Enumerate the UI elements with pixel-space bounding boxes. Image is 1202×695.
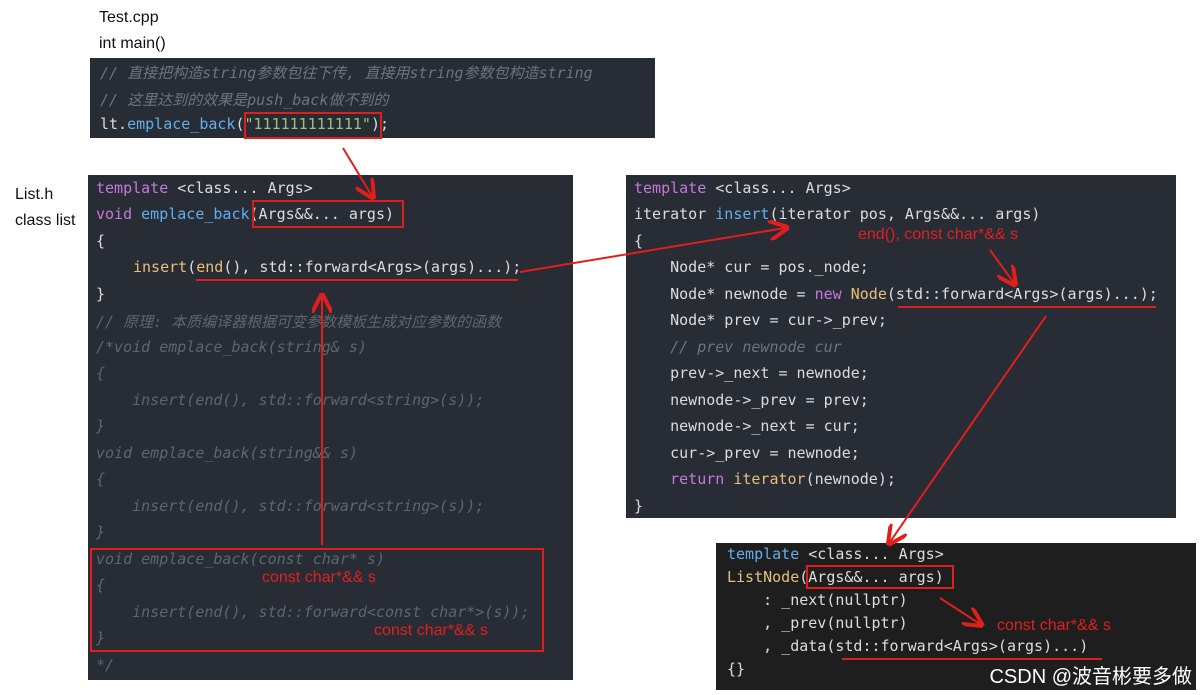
annotation-end-const-char: end(), const char*&& s	[858, 226, 1019, 243]
code-line: insert(end(), std::forward<Args>(args)..…	[133, 258, 522, 276]
code-line: cur->_prev = newnode;	[634, 444, 860, 462]
code-comment: insert(end(), std::forward<string>(s));	[96, 497, 485, 515]
code-comment: void emplace_back(string&& s)	[96, 444, 358, 462]
code-line: newnode->_next = cur;	[634, 417, 860, 435]
code-line: {	[96, 232, 106, 250]
underline-insert-call	[196, 279, 518, 281]
underline-new-node	[898, 306, 1156, 308]
code-line: return iterator(newnode);	[634, 470, 896, 488]
annotation-const-char: const char*&& s	[374, 622, 488, 639]
code-line: template <class... Args>	[634, 179, 851, 197]
code-comment: }	[96, 417, 106, 435]
code-comment: /*void emplace_back(string& s)	[96, 338, 367, 356]
code-line: {	[634, 232, 644, 250]
code-line: }	[634, 497, 644, 515]
annotation-const-char: const char*&& s	[262, 569, 376, 586]
code-line: Node* newnode = new Node(std::forward<Ar…	[634, 285, 1158, 303]
code-comment: }	[96, 523, 106, 541]
watermark: CSDN @波音彬要多做	[989, 666, 1192, 688]
code-comment: */	[96, 656, 115, 674]
code-comment: // 直接把构造string参数包往下传, 直接用string参数包构造stri…	[100, 64, 593, 82]
list-class-label: class list	[15, 212, 76, 229]
code-comment: // 这里达到的效果是push_back做不到的	[100, 91, 389, 109]
code-line: Node* prev = cur->_prev;	[634, 311, 887, 329]
code-line: , _prev(nullptr)	[727, 614, 908, 632]
test-file-label: Test.cpp	[99, 9, 159, 26]
code-line: template <class... Args>	[727, 545, 944, 563]
code-comment: // prev newnode cur	[634, 338, 842, 356]
highlight-box-string-arg	[244, 112, 382, 139]
code-line: prev->_next = newnode;	[634, 364, 869, 382]
code-line: template <class... Args>	[96, 179, 313, 197]
annotation-const-char: const char*&& s	[997, 617, 1111, 634]
code-line: : _next(nullptr)	[727, 591, 908, 609]
code-comment: {	[96, 364, 106, 382]
list-file-label: List.h	[15, 186, 54, 203]
code-line: }	[96, 285, 106, 303]
code-line: iterator insert(iterator pos, Args&&... …	[634, 205, 1041, 223]
code-line: , _data(std::forward<Args>(args)...)	[727, 637, 1089, 655]
code-line: {}	[727, 660, 746, 678]
test-func-label: int main()	[99, 35, 166, 52]
code-comment: {	[96, 470, 106, 488]
code-line: Node* cur = pos._node;	[634, 258, 869, 276]
highlight-box-listnode-args	[806, 565, 954, 589]
code-line: newnode->_prev = prev;	[634, 391, 869, 409]
code-comment: // 原理: 本质编译器根据可变参数模板生成对应参数的函数	[96, 313, 502, 331]
highlight-box-args-params	[252, 200, 404, 228]
code-comment: insert(end(), std::forward<string>(s));	[96, 391, 485, 409]
